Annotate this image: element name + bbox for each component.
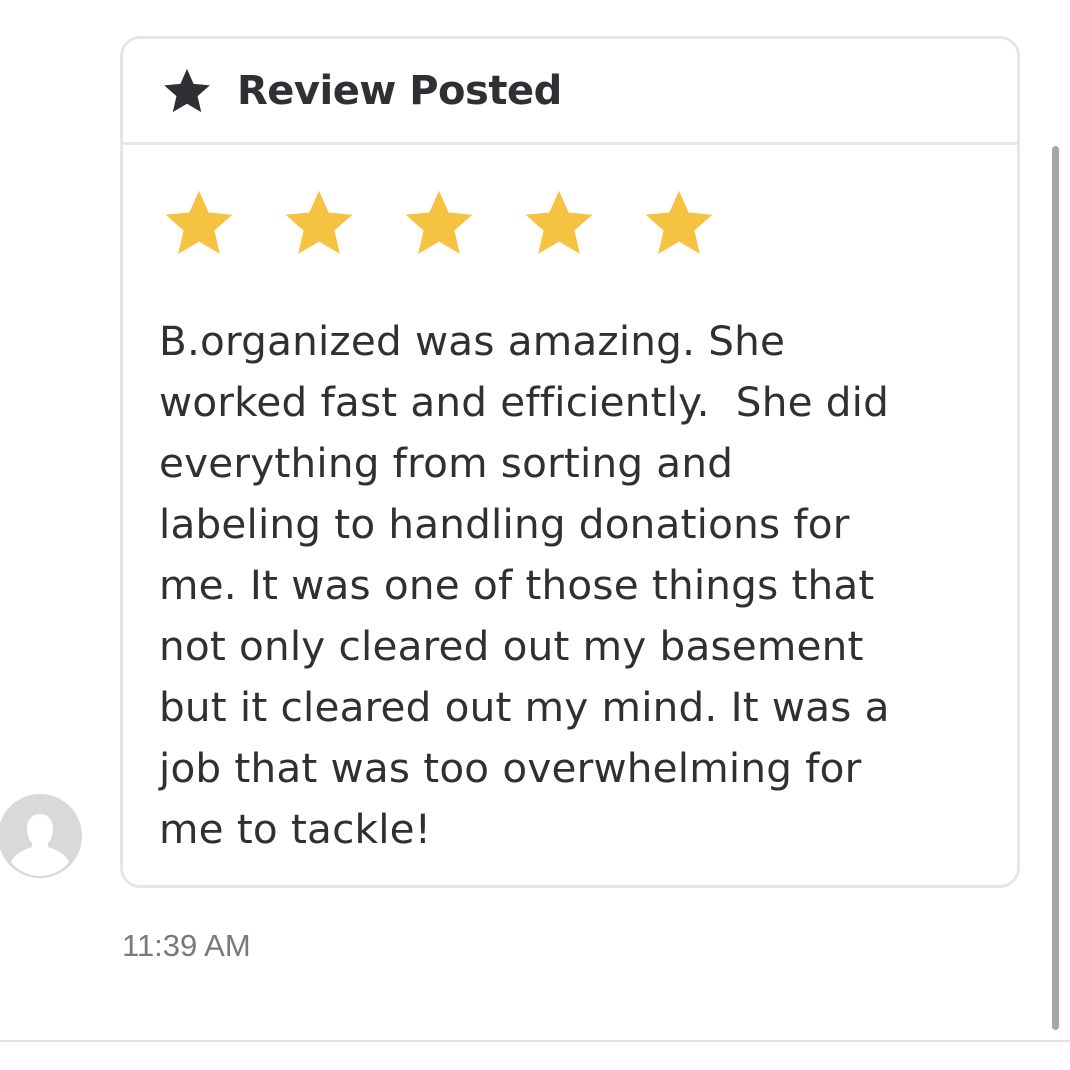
rating-star-icon <box>521 185 597 261</box>
review-card[interactable]: Review Posted B.organized was amazing. S… <box>120 36 1020 888</box>
review-card-header: Review Posted <box>123 39 1017 145</box>
chat-view: Review Posted B.organized was amazing. S… <box>0 0 1070 1070</box>
review-card-body: B.organized was amazing. She worked fast… <box>123 145 1017 860</box>
star-icon <box>161 65 213 117</box>
bottom-divider <box>0 1040 1070 1042</box>
user-avatar-icon[interactable] <box>0 794 82 878</box>
review-card-title: Review Posted <box>237 67 562 114</box>
star-rating <box>159 185 981 261</box>
rating-star-icon <box>161 185 237 261</box>
review-text: B.organized was amazing. She worked fast… <box>159 317 890 853</box>
rating-star-icon <box>401 185 477 261</box>
rating-star-icon <box>641 185 717 261</box>
scrollbar[interactable] <box>1052 146 1059 1030</box>
rating-star-icon <box>281 185 357 261</box>
message-timestamp: 11:39 AM <box>122 928 251 963</box>
